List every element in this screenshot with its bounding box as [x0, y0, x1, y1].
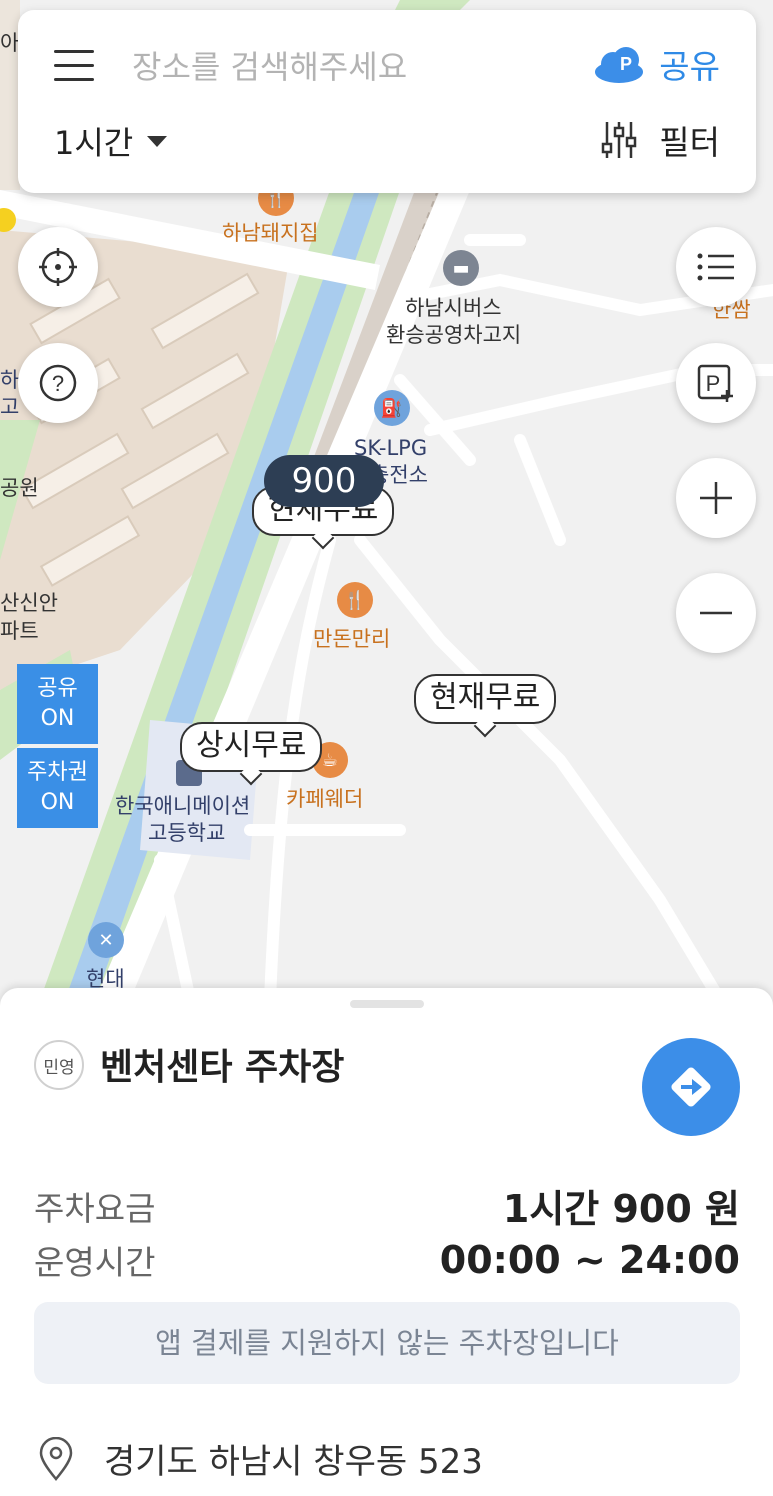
poi-label: 카페웨더	[286, 787, 364, 811]
sheet-drag-handle[interactable]	[350, 1000, 424, 1008]
list-icon	[697, 253, 734, 281]
gas-station-icon: ⛽	[374, 390, 410, 426]
minus-icon	[700, 611, 732, 615]
poi-label: 공원	[0, 476, 39, 500]
add-parking-button[interactable]: P	[676, 343, 756, 423]
current-location-button[interactable]	[18, 227, 98, 307]
share-toggle-state: ON	[40, 706, 75, 731]
svg-text:P: P	[620, 54, 632, 74]
lot-type-badge: 민영	[34, 1040, 84, 1090]
sliders-icon	[602, 122, 637, 158]
hours-label: 운영시간	[34, 1243, 156, 1282]
poi-label: 산신안	[0, 591, 58, 615]
ticket-toggle[interactable]: 주차권 ON	[17, 748, 98, 828]
poi-label: 한국애니메이션	[115, 794, 251, 818]
caret-down-icon	[147, 135, 168, 147]
zoom-out-button[interactable]	[676, 573, 756, 653]
directions-icon	[671, 1067, 711, 1107]
time-dropdown[interactable]: 1시간	[54, 118, 168, 164]
parking-marker-free-now[interactable]: 현재무료	[414, 674, 557, 724]
repair-icon: ✕	[88, 922, 124, 958]
time-dropdown-label: 1시간	[54, 124, 134, 162]
share-toggle[interactable]: 공유 ON	[17, 664, 98, 744]
fee-label: 주차요금	[34, 1188, 156, 1228]
poi-label: 하남돼지집	[222, 221, 319, 245]
poi-label: 환승공영차고지	[386, 323, 522, 347]
poi-label: 고	[0, 395, 20, 419]
payment-notice: 앱 결제를 지원하지 않는 주차장입니다	[34, 1302, 740, 1384]
ticket-toggle-state: ON	[40, 790, 75, 815]
location-pin-icon	[39, 1436, 73, 1481]
svg-text:P: P	[706, 371, 721, 396]
address-row: 경기도 하남시 창우동 523	[38, 1434, 483, 1483]
hours-value: 00:00 ~ 24:00	[439, 1238, 740, 1282]
parking-marker-price[interactable]: 900	[264, 455, 384, 507]
search-input[interactable]	[130, 40, 534, 94]
filter-label: 필터	[659, 123, 720, 162]
search-card: P 공유 1시간 필터	[18, 10, 756, 193]
help-button[interactable]: ?	[18, 343, 98, 423]
question-icon: ?	[39, 364, 77, 402]
poi-label: 만돈만리	[313, 627, 391, 651]
poi-label: 아	[0, 31, 20, 55]
restaurant-icon: 🍴	[337, 582, 373, 618]
share-label: 공유	[659, 47, 720, 86]
fee-value: 1시간 900 원	[502, 1187, 740, 1231]
list-view-button[interactable]	[676, 227, 756, 307]
plus-icon	[700, 482, 732, 514]
poi-label: 하	[0, 368, 20, 392]
parking-detail-sheet: 민영 벤처센타 주차장 주차요금 1시간 900 원 운영시간 00:00 ~ …	[0, 988, 773, 1496]
hours-row: 운영시간 00:00 ~ 24:00	[34, 1236, 740, 1284]
share-button[interactable]: P 공유	[593, 40, 720, 88]
poi-label: 파트	[0, 619, 39, 643]
zoom-in-button[interactable]	[676, 458, 756, 538]
filter-button[interactable]: 필터	[601, 116, 720, 164]
menu-icon[interactable]	[54, 50, 94, 82]
poi-label: 하남시버스	[405, 296, 502, 320]
share-toggle-label: 공유	[37, 676, 78, 701]
poi-label: 고등학교	[148, 821, 226, 845]
parking-marker-always-free[interactable]: 상시무료	[180, 722, 323, 772]
ticket-toggle-label: 주차권	[27, 760, 88, 785]
address-text: 경기도 하남시 창우동 523	[104, 1442, 483, 1482]
fee-row: 주차요금 1시간 900 원	[34, 1178, 740, 1233]
cloud-parking-icon: P	[595, 47, 644, 83]
parking-lot-name: 벤처센타 주차장	[100, 1047, 345, 1088]
crosshair-icon	[39, 248, 77, 286]
parking-add-icon: P	[697, 364, 733, 402]
svg-text:?: ?	[52, 371, 64, 396]
directions-button[interactable]	[642, 1038, 740, 1136]
bus-icon: ▬	[443, 250, 479, 286]
